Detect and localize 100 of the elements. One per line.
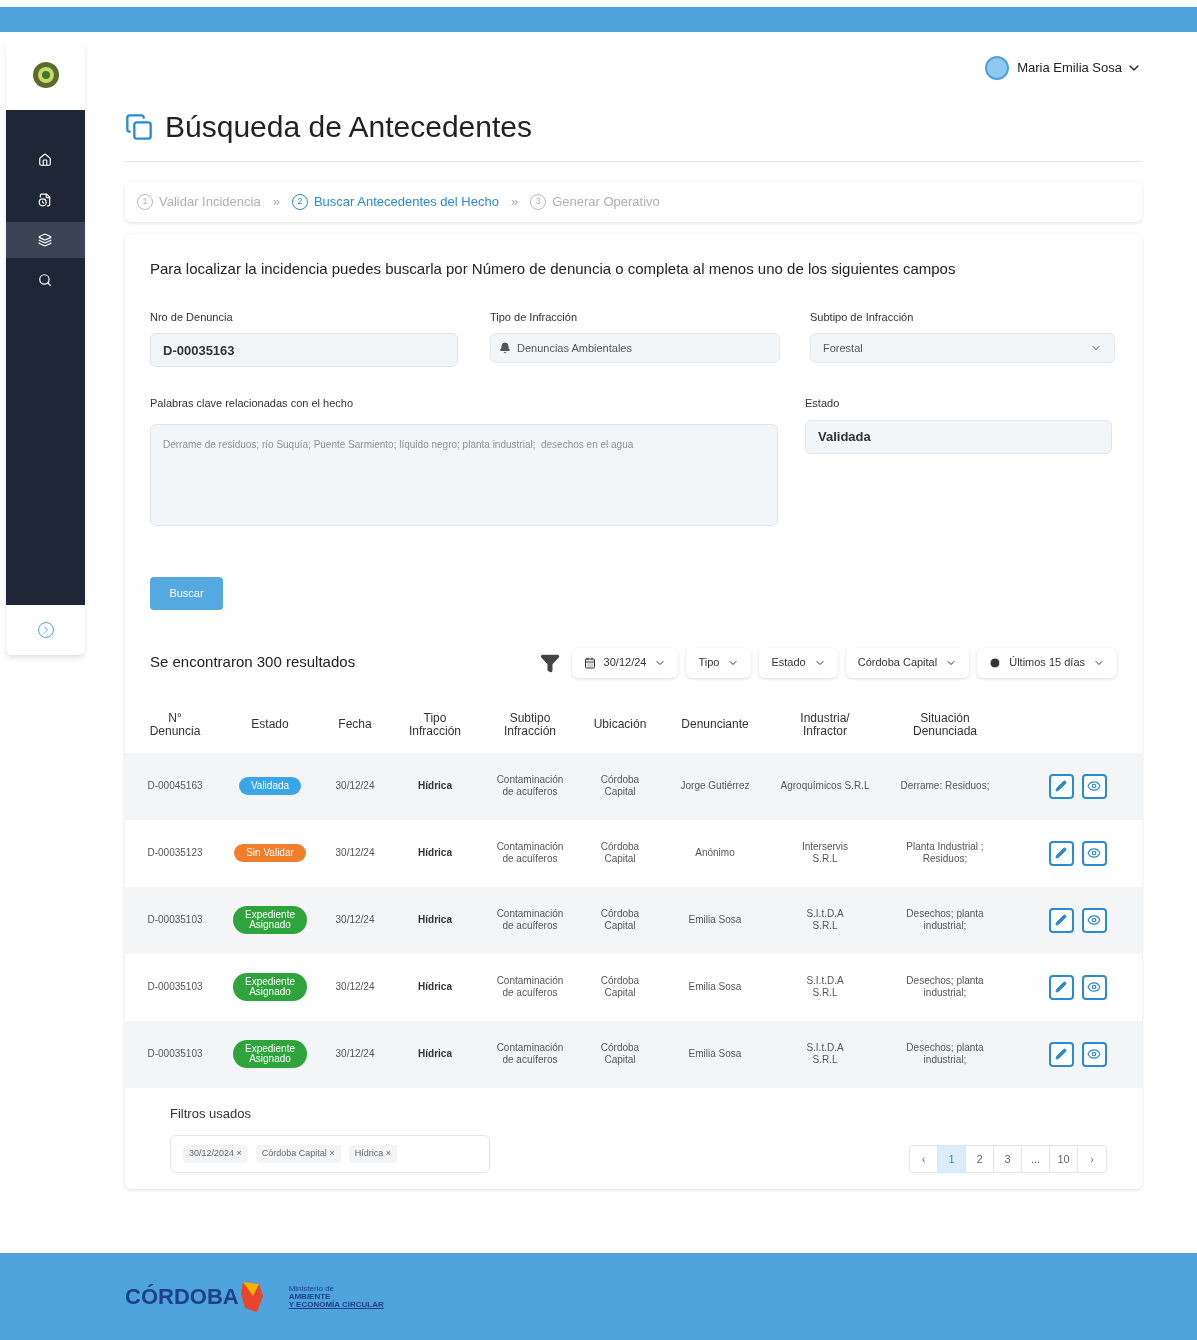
table-cell-text: Desechos; planta industrial; <box>905 908 985 932</box>
table-cell-text: Emilia Sosa <box>687 981 743 993</box>
status-badge: Sin Validar <box>234 844 306 862</box>
edit-button[interactable] <box>1048 974 1074 1000</box>
results-count: Se encontraron 300 resultados <box>150 652 357 673</box>
eye-icon <box>1087 980 1101 994</box>
input-field[interactable]: D-00035163 <box>150 333 458 367</box>
column-header: Ubicación <box>592 718 648 732</box>
table-cell-text: S.I.t.D.A S.R.L <box>805 1042 845 1066</box>
ministry-text: AMBIENTE <box>288 1292 331 1301</box>
ministry-text: Ministerio de <box>288 1284 336 1293</box>
logo-icon <box>31 61 60 89</box>
edit-button[interactable] <box>1048 1041 1074 1067</box>
filter-dropdown[interactable]: 30/12/24 <box>571 647 679 678</box>
edit-button[interactable] <box>1048 773 1074 799</box>
step[interactable]: 2 Buscar Antecedentes del Hecho <box>291 192 499 212</box>
table-cell-text: D-00035103 <box>146 914 204 926</box>
filter-tag: 30/12/2024 × <box>183 1145 248 1163</box>
select-field[interactable]: Denuncias Ambientales <box>490 333 780 363</box>
table-cell-text: D-00035123 <box>146 847 204 859</box>
table-cell-text: Hídrica <box>417 1048 453 1060</box>
status-badge: Expediente Asignado <box>232 906 307 934</box>
search-icon <box>38 273 52 287</box>
table-cell-text: Emilia Sosa <box>687 1048 743 1060</box>
page-button[interactable]: 2 <box>966 1146 994 1172</box>
table-cell-text: 30/12/24 <box>334 914 376 926</box>
column-header: Situación Denunciada <box>911 711 979 739</box>
table-cell-text: D-00045163 <box>146 780 204 792</box>
table-cell-text: Anónimo <box>694 847 736 859</box>
eye-icon <box>1087 913 1101 927</box>
intro-text: Para localizar la incidencia puedes buscarla por Número de denuncia o completa al menos uno de los siguientes campos <box>150 259 957 279</box>
select-field[interactable]: Forestal <box>810 333 1115 363</box>
filter-dropdown[interactable]: Córdoba Capital <box>845 647 970 678</box>
user-avatar <box>985 56 1010 80</box>
table-cell-text: Córdoba Capital <box>599 841 641 865</box>
pencil-icon <box>1055 780 1067 792</box>
column-header: Subtipo Infracción <box>503 711 557 739</box>
user-menu[interactable]: Maria Emilia Sosa <box>1017 58 1142 78</box>
filter-dropdown[interactable]: Últimos 15 días <box>977 647 1117 678</box>
table-cell-text: S.I.t.D.A S.R.L <box>805 975 845 999</box>
pencil-icon <box>1055 981 1067 993</box>
view-button[interactable] <box>1081 840 1107 866</box>
input-field[interactable]: Validada <box>805 419 1112 454</box>
field-label: Palabras clave relacionadas con el hecho <box>150 396 355 411</box>
edit-button[interactable] <box>1048 907 1074 933</box>
documents-icon <box>125 112 153 141</box>
sidebar-item[interactable] <box>6 222 85 258</box>
table-cell-text: Desechos; planta industrial; <box>905 1042 985 1066</box>
column-header: N° Denuncia <box>148 711 202 739</box>
keywords-field[interactable]: Derrame de residuos; río Suquía; Puente Sarmiento; líquido negro; planta industrial; desechos en el agua <box>150 423 778 526</box>
table-cell-text: Agroquímicos S.R.L <box>779 780 871 792</box>
next-page-button[interactable]: › <box>1078 1146 1106 1172</box>
table-cell-text: Contaminación de acuíferos <box>495 975 565 999</box>
table-cell-text: Jorge Gutiérrez <box>679 780 751 792</box>
filter-icon <box>539 652 560 673</box>
bell-icon <box>499 342 511 354</box>
pencil-icon <box>1055 847 1067 859</box>
table-cell-text: 30/12/24 <box>334 847 376 859</box>
eye-icon <box>1087 1047 1101 1061</box>
table-cell-text: 30/12/24 <box>334 981 376 993</box>
page-button[interactable]: 3 <box>994 1146 1022 1172</box>
map-icon <box>238 1279 265 1314</box>
step-separator: » <box>510 193 519 212</box>
table-cell-text: Contaminación de acuíferos <box>495 908 565 932</box>
column-header: Fecha <box>337 718 373 732</box>
status-badge: Validada <box>238 777 302 795</box>
view-button[interactable] <box>1081 1041 1107 1067</box>
filter-dropdown[interactable]: Tipo <box>686 647 752 678</box>
table-cell-text: Emilia Sosa <box>687 914 743 926</box>
field-label: Estado <box>805 396 841 411</box>
column-header: Denunciante <box>680 718 750 732</box>
table-cell-text: Córdoba Capital <box>599 1042 641 1066</box>
table-cell-text: Córdoba Capital <box>599 908 641 932</box>
ministry-text: Y ECONOMÍA CIRCULAR <box>288 1300 384 1309</box>
field-label: Subtipo de Infracción <box>810 309 915 325</box>
eye-icon <box>1087 846 1101 860</box>
status-badge: Expediente Asignado <box>232 1040 307 1068</box>
edit-button[interactable] <box>1048 840 1074 866</box>
table-cell-text: Hídrica <box>417 780 453 792</box>
table-cell-text: 30/12/24 <box>334 1048 376 1060</box>
filter-dropdown[interactable]: Estado <box>759 647 838 678</box>
home-icon <box>38 153 52 167</box>
section-title: Filtros usados <box>170 1104 252 1123</box>
page-button[interactable]: ... <box>1022 1146 1050 1172</box>
table-cell-text: Contaminación de acuíferos <box>495 841 565 865</box>
column-header: Tipo Infracción <box>408 711 462 739</box>
table-cell-text: Córdoba Capital <box>599 975 641 999</box>
view-button[interactable] <box>1081 974 1107 1000</box>
pencil-icon <box>1055 914 1067 926</box>
tags-field[interactable]: 30/12/2024 × Córdoba Capital × Hídrica × <box>170 1135 490 1173</box>
table-cell-text: D-00035103 <box>146 981 204 993</box>
filter-tag: Hídrica × <box>348 1145 397 1163</box>
filter-tag: Córdoba Capital × <box>255 1145 341 1163</box>
page-title: Búsqueda de Antecedentes <box>165 109 532 145</box>
view-button[interactable] <box>1081 907 1107 933</box>
view-button[interactable] <box>1081 773 1107 799</box>
table-cell-text: Hídrica <box>417 847 453 859</box>
page-button[interactable]: 10 <box>1050 1146 1078 1172</box>
step-separator: » <box>272 193 280 212</box>
eye-icon <box>1087 779 1101 793</box>
